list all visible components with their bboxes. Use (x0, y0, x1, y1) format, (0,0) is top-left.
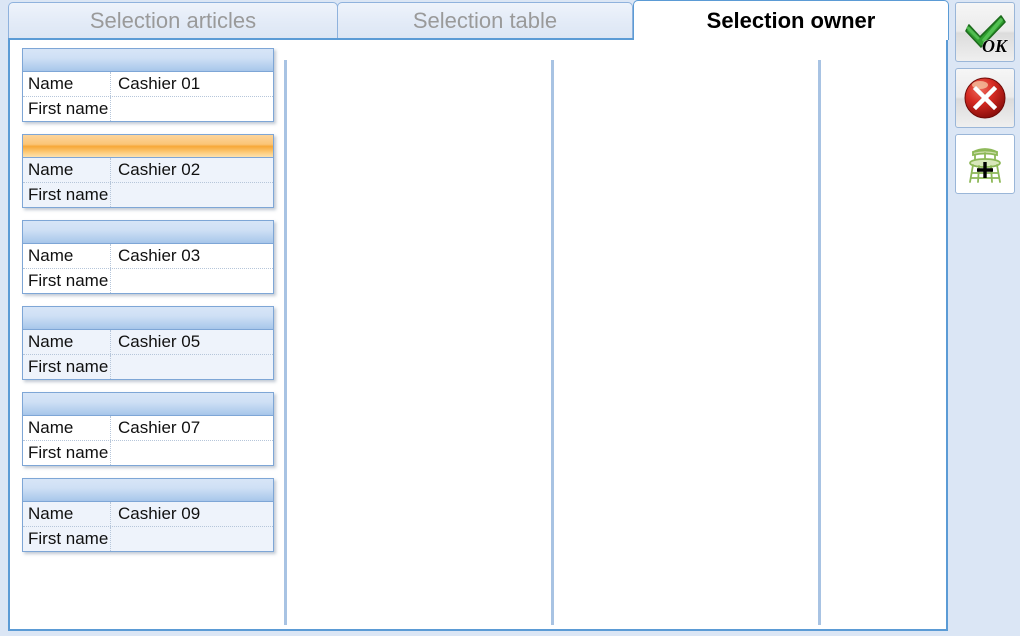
owner-card-row-first-name: First name (23, 354, 273, 379)
owner-first-name-value (111, 269, 273, 293)
tab-strip: Selection articles Selection table Selec… (0, 0, 1020, 40)
owner-first-name-label: First name (23, 441, 111, 465)
owner-name-label: Name (23, 72, 111, 96)
tab-selection-table[interactable]: Selection table (337, 2, 633, 38)
cancel-button[interactable] (955, 68, 1015, 128)
owner-first-name-value (111, 355, 273, 379)
owner-first-name-label: First name (23, 183, 111, 207)
owner-card-row-name: Name Cashier 09 (23, 502, 273, 526)
owner-card[interactable]: Name Cashier 02 First name (22, 134, 274, 208)
owner-name-value: Cashier 03 (111, 244, 273, 268)
green-check-ok-icon: OK (965, 15, 1009, 56)
owner-card-header (23, 49, 273, 72)
owner-card-header (23, 307, 273, 330)
ok-button[interactable]: OK (955, 2, 1015, 62)
owner-card[interactable]: Name Cashier 05 First name (22, 306, 274, 380)
owner-card-row-first-name: First name (23, 96, 273, 121)
selection-owner-panel: Name Cashier 01 First name Name Cashier 02 Fi… (8, 38, 948, 631)
owner-card-row-name: Name Cashier 02 (23, 158, 273, 182)
owner-card[interactable]: Name Cashier 09 First name (22, 478, 274, 552)
owner-card-header (23, 135, 273, 158)
bar-stool-plus-icon (969, 148, 1001, 183)
owner-card-header (23, 479, 273, 502)
tab-selection-owner[interactable]: Selection owner (633, 0, 949, 40)
owner-card[interactable]: Name Cashier 01 First name (22, 48, 274, 122)
owner-card-list[interactable]: Name Cashier 01 First name Name Cashier 02 Fi… (18, 48, 280, 623)
add-seat-button[interactable] (955, 134, 1015, 194)
action-button-bar: OK (955, 2, 1017, 200)
owner-card-header (23, 221, 273, 244)
owner-first-name-label: First name (23, 527, 111, 551)
owner-first-name-label: First name (23, 269, 111, 293)
owner-card-row-first-name: First name (23, 268, 273, 293)
owner-name-label: Name (23, 502, 111, 526)
owner-card[interactable]: Name Cashier 07 First name (22, 392, 274, 466)
owner-name-label: Name (23, 330, 111, 354)
owner-first-name-value (111, 183, 273, 207)
owner-name-value: Cashier 05 (111, 330, 273, 354)
column-divider-3 (818, 60, 821, 625)
red-x-cancel-icon (964, 77, 1006, 119)
owner-card-row-name: Name Cashier 01 (23, 72, 273, 96)
column-divider-1 (284, 60, 287, 625)
owner-card-row-first-name: First name (23, 182, 273, 207)
tab-label: Selection owner (706, 7, 876, 33)
owner-name-value: Cashier 02 (111, 158, 273, 182)
column-divider-2 (551, 60, 554, 625)
owner-first-name-value (111, 97, 273, 121)
owner-card-header (23, 393, 273, 416)
application-window: Selection articles Selection table Selec… (0, 0, 1020, 636)
owner-name-label: Name (23, 244, 111, 268)
owner-name-value: Cashier 09 (111, 502, 273, 526)
tab-selection-articles[interactable]: Selection articles (8, 2, 338, 38)
owner-first-name-value (111, 527, 273, 551)
owner-name-value: Cashier 01 (111, 72, 273, 96)
owner-name-value: Cashier 07 (111, 416, 273, 440)
owner-first-name-label: First name (23, 97, 111, 121)
owner-card-row-first-name: First name (23, 440, 273, 465)
owner-first-name-value (111, 441, 273, 465)
owner-name-label: Name (23, 158, 111, 182)
svg-text:OK: OK (982, 36, 1009, 56)
owner-name-label: Name (23, 416, 111, 440)
tab-label: Selection articles (89, 7, 257, 33)
owner-first-name-label: First name (23, 355, 111, 379)
tab-label: Selection table (412, 7, 558, 33)
owner-card-row-name: Name Cashier 05 (23, 330, 273, 354)
owner-card[interactable]: Name Cashier 03 First name (22, 220, 274, 294)
owner-card-row-first-name: First name (23, 526, 273, 551)
owner-card-row-name: Name Cashier 03 (23, 244, 273, 268)
owner-card-row-name: Name Cashier 07 (23, 416, 273, 440)
